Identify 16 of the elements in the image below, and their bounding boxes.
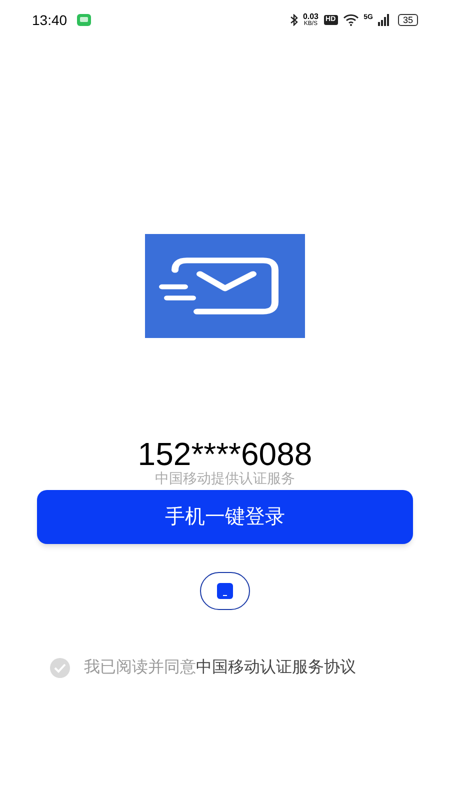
wifi-icon <box>342 14 359 26</box>
status-time: 13:40 <box>32 10 68 30</box>
agreement-text: 我已阅读并同意 <box>84 659 196 676</box>
net-speed: 0.03 <box>302 13 319 21</box>
phone-icon <box>217 583 233 599</box>
bluetooth-icon <box>290 14 298 26</box>
one-click-login-button[interactable]: 手机一键登录 <box>37 490 413 544</box>
battery-level: 35 <box>398 14 418 26</box>
message-app-icon <box>77 14 92 26</box>
check-icon <box>54 663 66 673</box>
agree-checkbox[interactable] <box>50 658 70 678</box>
signal-icon <box>378 14 390 26</box>
other-login-button[interactable] <box>200 572 250 610</box>
phone-number: 152****6088 <box>138 438 312 470</box>
service-agreement-link[interactable]: 中国移动认证服务协议 <box>196 659 356 676</box>
provider-text: 中国移动提供认证服务 <box>155 470 295 486</box>
